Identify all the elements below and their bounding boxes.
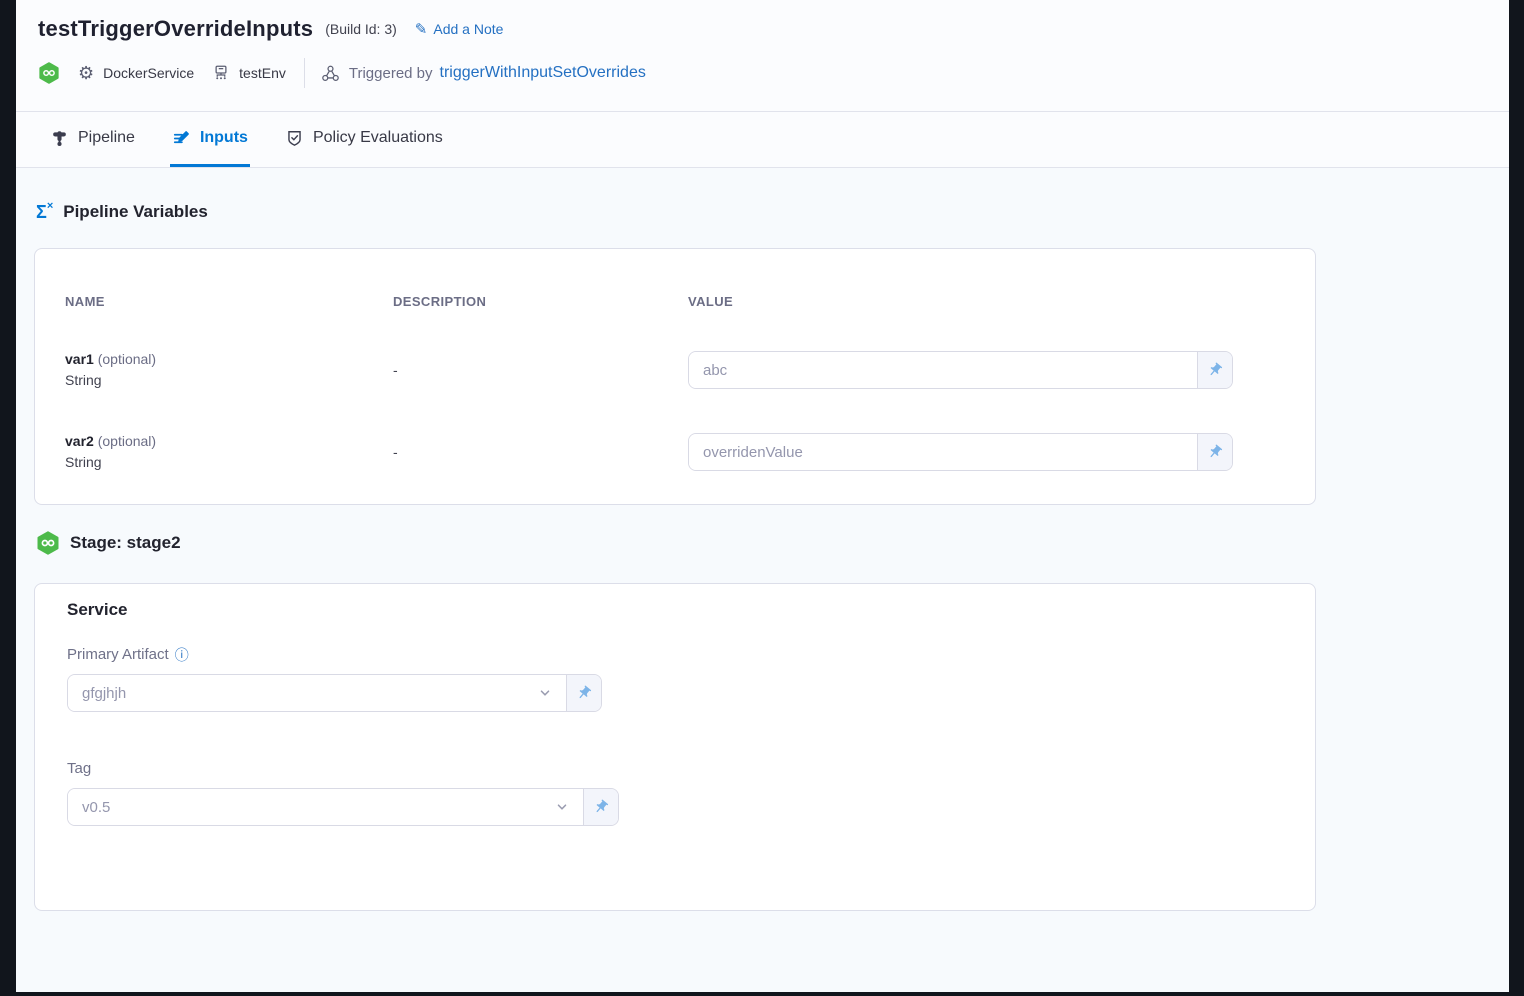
header-divider — [304, 58, 305, 88]
stage-title: Stage: stage2 — [70, 533, 181, 553]
tab-inputs[interactable]: Inputs — [170, 112, 250, 167]
pin-icon — [576, 685, 592, 701]
service-name: DockerService — [103, 65, 194, 81]
pencil-icon: ✎ — [415, 20, 428, 38]
add-note-button[interactable]: ✎ Add a Note — [415, 20, 504, 38]
pin-icon — [593, 799, 609, 815]
variable-value-field: abc — [688, 351, 1233, 389]
variable-row-name: var2 (optional) String — [65, 431, 375, 473]
primary-artifact-label: Primary Artifact — [67, 646, 169, 663]
pin-icon — [1207, 444, 1223, 460]
stage-type-badge — [38, 62, 60, 84]
pipeline-variables-heading: Σ× Pipeline Variables — [36, 202, 1509, 222]
variable-value-field: overridenValue — [688, 433, 1233, 471]
column-header-description: DESCRIPTION — [375, 294, 688, 309]
chevron-down-icon — [538, 686, 552, 700]
execution-page: testTriggerOverrideInputs (Build Id: 3) … — [16, 0, 1509, 992]
variable-type: String — [65, 370, 375, 391]
service-info: ⚙ DockerService — [78, 64, 194, 82]
column-header-name: NAME — [65, 294, 375, 309]
primary-artifact-select: gfgjhjh — [67, 674, 602, 712]
variables-table: NAME DESCRIPTION VALUE var1 (optional) S… — [65, 294, 1285, 473]
trigger-link[interactable]: triggerWithInputSetOverrides — [440, 64, 646, 82]
stage-icon — [36, 531, 60, 555]
build-id: (Build Id: 3) — [325, 21, 397, 37]
tab-policy-evaluations-label: Policy Evaluations — [313, 129, 443, 147]
tag-label: Tag — [67, 760, 91, 777]
variable-value-input[interactable]: abc — [689, 352, 1197, 388]
variable-value-input[interactable]: overridenValue — [689, 434, 1197, 470]
execution-header: testTriggerOverrideInputs (Build Id: 3) … — [16, 0, 1509, 112]
variable-description: - — [375, 362, 688, 378]
inputs-icon — [172, 129, 191, 148]
pin-button[interactable] — [1197, 434, 1232, 470]
pin-button[interactable] — [566, 675, 601, 711]
info-icon[interactable]: ⓘ — [175, 648, 189, 662]
gear-icon: ⚙ — [78, 64, 94, 82]
variable-name: var1 — [65, 351, 94, 367]
execution-tabbar: Pipeline Inputs Policy Evaluations — [16, 112, 1509, 168]
add-note-label: Add a Note — [433, 21, 503, 37]
service-card: Service Primary Artifact ⓘ gfgjhjh — [34, 583, 1316, 911]
stage-heading: Stage: stage2 — [36, 531, 1509, 555]
pin-icon — [1207, 362, 1223, 378]
webhook-icon — [321, 64, 340, 83]
variable-description: - — [375, 444, 688, 460]
tag-label-row: Tag — [67, 760, 1283, 777]
chevron-down-icon — [555, 800, 569, 814]
variable-name: var2 — [65, 433, 94, 449]
pin-button[interactable] — [1197, 352, 1232, 388]
variable-type: String — [65, 452, 375, 473]
cd-stage-icon — [38, 62, 60, 84]
policy-check-icon — [285, 129, 304, 148]
tab-pipeline-label: Pipeline — [78, 129, 135, 147]
tag-select: v0.5 — [67, 788, 619, 826]
pin-button[interactable] — [583, 789, 618, 825]
environment-icon — [212, 64, 230, 82]
triggered-by-label: Triggered by — [349, 65, 433, 82]
variable-row-name: var1 (optional) String — [65, 349, 375, 391]
page-title: testTriggerOverrideInputs — [38, 16, 313, 42]
pipeline-variables-card: NAME DESCRIPTION VALUE var1 (optional) S… — [34, 248, 1316, 505]
pipeline-icon — [50, 129, 69, 148]
tab-policy-evaluations[interactable]: Policy Evaluations — [283, 112, 445, 167]
environment-name: testEnv — [239, 65, 286, 81]
primary-artifact-label-row: Primary Artifact ⓘ — [67, 646, 1283, 663]
column-header-value: VALUE — [688, 294, 1285, 309]
primary-artifact-dropdown[interactable]: gfgjhjh — [68, 675, 566, 711]
pipeline-variables-title: Pipeline Variables — [63, 202, 208, 222]
environment-info: testEnv — [212, 64, 286, 82]
tab-pipeline[interactable]: Pipeline — [48, 112, 137, 167]
variable-optional-label: (optional) — [98, 433, 156, 449]
service-section-title: Service — [67, 600, 1283, 620]
tag-dropdown[interactable]: v0.5 — [68, 789, 583, 825]
trigger-info: Triggered by — [321, 64, 433, 83]
variables-sigma-icon: Σ× — [36, 203, 53, 221]
inputs-tab-content: Σ× Pipeline Variables NAME DESCRIPTION V… — [16, 202, 1509, 911]
variable-optional-label: (optional) — [98, 351, 156, 367]
tab-inputs-label: Inputs — [200, 129, 248, 147]
